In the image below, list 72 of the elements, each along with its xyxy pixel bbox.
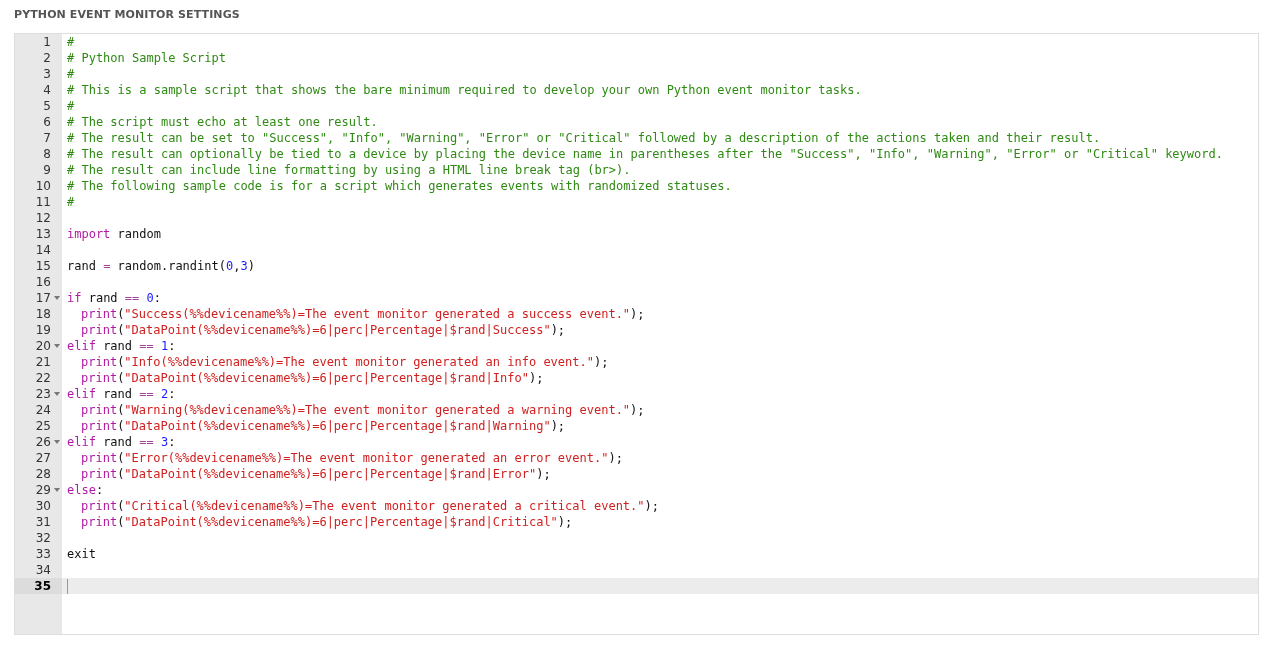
line-number: 20 [35, 338, 51, 354]
line-number: 22 [35, 370, 51, 386]
code-line: # The following sample code is for a script which generates events with randomized statuses. [67, 178, 732, 194]
code-line: # [67, 66, 75, 82]
code-line: print("Error(%%devicename%%)=The event monitor generated an error event."); [81, 450, 623, 466]
line-number: 21 [35, 354, 51, 370]
code-line: # [67, 34, 75, 50]
line-number: 10 [35, 178, 51, 194]
line-number: 33 [35, 546, 51, 562]
line-number: 31 [35, 514, 51, 530]
code-line: exit [67, 546, 96, 562]
line-number: 25 [35, 418, 51, 434]
line-number: 4 [43, 82, 51, 98]
line-number: 9 [43, 162, 51, 178]
line-number: 19 [35, 322, 51, 338]
code-line: # The script must echo at least one result. [67, 114, 378, 130]
code-line: # This is a sample script that shows the bare minimum required to develop your own Python event monitor tasks. [67, 82, 862, 98]
code-line: # Python Sample Script [67, 50, 226, 66]
code-line: # The result can include line formatting by using a HTML line break tag (br>). [67, 162, 631, 178]
line-number: 16 [35, 274, 51, 290]
code-line: elif rand == 1: [67, 338, 176, 354]
line-number: 2 [43, 50, 51, 66]
code-line: print("DataPoint(%%devicename%%)=6|perc|Percentage|$rand|Warning"); [81, 418, 566, 434]
line-number: 12 [35, 210, 51, 226]
code-line: print("Info(%%devicename%%)=The event monitor generated an info event."); [81, 354, 609, 370]
line-number: 6 [43, 114, 51, 130]
line-number: 35 [34, 578, 51, 594]
code-line: print("DataPoint(%%devicename%%)=6|perc|Percentage|$rand|Error"); [81, 466, 551, 482]
line-number: 30 [35, 498, 51, 514]
line-number: 14 [35, 242, 51, 258]
fold-caret-icon[interactable] [53, 488, 60, 492]
code-line: else: [67, 482, 104, 498]
line-number: 5 [43, 98, 51, 114]
text-cursor [67, 578, 68, 594]
code-editor[interactable] [14, 33, 1259, 635]
line-number: 17 [35, 290, 51, 306]
code-line: # The result can be set to "Success", "Info", "Warning", "Error" or "Critical" followed by a description of the actions taken and their result. [67, 130, 1101, 146]
code-line: if rand == 0: [67, 290, 161, 306]
line-number: 15 [35, 258, 51, 274]
section-title: PYTHON EVENT MONITOR SETTINGS [14, 8, 241, 22]
code-line: print("Warning(%%devicename%%)=The event monitor generated a warning event."); [81, 402, 645, 418]
line-number: 32 [35, 530, 51, 546]
code-line: print("DataPoint(%%devicename%%)=6|perc|Percentage|$rand|Success"); [81, 322, 566, 338]
fold-caret-icon[interactable] [53, 296, 60, 300]
code-line: print("DataPoint(%%devicename%%)=6|perc|Percentage|$rand|Critical"); [81, 514, 573, 530]
code-line: # [67, 194, 75, 210]
line-number: 7 [43, 130, 51, 146]
line-number: 27 [35, 450, 51, 466]
line-number: 11 [35, 194, 51, 210]
line-number: 23 [35, 386, 51, 402]
fold-caret-icon[interactable] [53, 344, 60, 348]
code-line: elif rand == 2: [67, 386, 176, 402]
code-line: # The result can optionally be tied to a device by placing the device name in parentheses after the "Success", "Info", "Warning", "Error" or "Critical" keyword. [67, 146, 1223, 162]
line-number: 29 [35, 482, 51, 498]
line-number: 26 [35, 434, 51, 450]
code-line: print("Success(%%devicename%%)=The event monitor generated a success event."); [81, 306, 645, 322]
code-line: elif rand == 3: [67, 434, 176, 450]
line-number: 18 [35, 306, 51, 322]
line-number: 1 [43, 34, 51, 50]
fold-caret-icon[interactable] [53, 440, 60, 444]
line-number: 8 [43, 146, 51, 162]
line-number: 34 [35, 562, 51, 578]
code-line: print("Critical(%%devicename%%)=The event monitor generated a critical event."); [81, 498, 659, 514]
code-line: import random [67, 226, 161, 242]
code-line: # [67, 98, 75, 114]
line-number: 24 [35, 402, 51, 418]
fold-caret-icon[interactable] [53, 392, 60, 396]
line-number: 13 [35, 226, 51, 242]
line-number: 28 [35, 466, 51, 482]
code-line: rand = random.randint(0,3) [67, 258, 255, 274]
code-line: print("DataPoint(%%devicename%%)=6|perc|Percentage|$rand|Info"); [81, 370, 544, 386]
line-number: 3 [43, 66, 51, 82]
